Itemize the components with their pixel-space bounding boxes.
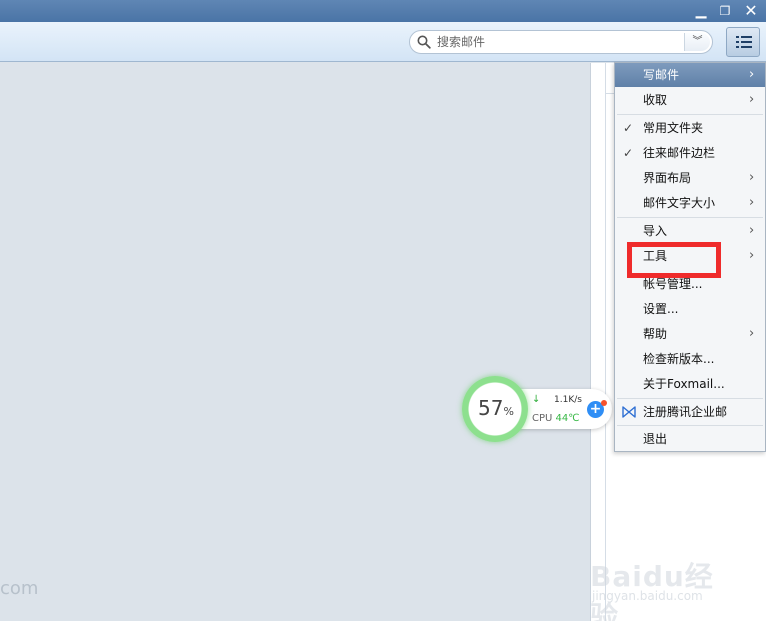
chevron-right-icon: ›	[749, 195, 755, 210]
search-icon	[417, 35, 431, 49]
search-input[interactable]	[437, 33, 677, 51]
menu-item-label: 退出	[643, 432, 668, 446]
minimize-icon[interactable]: ▁	[692, 2, 710, 20]
chevron-right-icon: ›	[749, 67, 755, 82]
menu-item-help[interactable]: 帮助 ›	[615, 322, 765, 346]
menu-item-layout[interactable]: 界面布局 ›	[615, 166, 765, 190]
check-icon: ✓	[623, 146, 634, 160]
sidebar-divider	[605, 63, 606, 621]
cpu-readout: CPU 44℃	[532, 413, 580, 424]
menu-item-label: 注册腾讯企业邮	[643, 405, 728, 419]
menu-item-label: 关于Foxmail...	[643, 377, 725, 391]
menu-item-label: 帮助	[643, 327, 668, 341]
menu-separator	[617, 398, 763, 399]
cpu-temperature: 44℃	[555, 413, 580, 424]
menu-item-settings[interactable]: 设置...	[615, 297, 765, 321]
menu-item-label: 收取	[643, 93, 668, 107]
search-box[interactable]: ︾	[409, 30, 713, 54]
restore-icon[interactable]: ❐	[716, 2, 734, 20]
memory-percent-unit: %	[503, 405, 514, 418]
mail-content-area	[0, 63, 590, 621]
menu-item-label: 导入	[643, 224, 668, 238]
title-bar: ▁ ❐ ✕	[0, 0, 766, 22]
chevron-right-icon: ›	[749, 326, 755, 341]
baidu-jingyan-watermark: Baidu经验 jingyan.baidu.com	[590, 545, 730, 621]
download-arrow-icon: ↓	[532, 394, 541, 405]
chevron-right-icon: ›	[749, 223, 755, 238]
menu-item-correspondence-sidebar[interactable]: ✓ 往来邮件边栏	[615, 141, 765, 165]
system-monitor-widget[interactable]: 57% ↓ 1.1K/s CPU 44℃ +	[462, 376, 614, 442]
watermark-brand: Baidu经验	[590, 560, 714, 621]
menu-item-check-updates[interactable]: 检查新版本...	[615, 347, 765, 371]
cpu-label: CPU	[532, 413, 553, 424]
main-menu-button[interactable]	[726, 27, 760, 57]
notification-dot	[601, 400, 607, 406]
toolbar: ︾	[0, 22, 766, 62]
list-menu-icon	[736, 36, 752, 48]
tencent-exmail-icon	[622, 406, 636, 418]
menu-item-label: 往来邮件边栏	[643, 146, 716, 160]
check-icon: ✓	[623, 121, 634, 135]
highlight-annotation	[627, 242, 721, 278]
menu-item-receive[interactable]: 收取 ›	[615, 88, 765, 112]
menu-item-common-folders[interactable]: ✓ 常用文件夹	[615, 116, 765, 140]
menu-item-exit[interactable]: 退出	[615, 427, 765, 451]
menu-separator	[617, 217, 763, 218]
menu-separator	[617, 114, 763, 115]
menu-item-label: 界面布局	[643, 171, 692, 185]
menu-item-compose[interactable]: 写邮件 ›	[615, 63, 765, 87]
menu-separator	[617, 425, 763, 426]
menu-item-font-size[interactable]: 邮件文字大小 ›	[615, 191, 765, 215]
menu-item-label: 常用文件夹	[643, 121, 704, 135]
network-speed: 1.1K/s	[554, 395, 582, 405]
menu-item-label: 写邮件	[643, 68, 680, 82]
chevron-right-icon: ›	[749, 92, 755, 107]
chevron-right-icon: ›	[749, 170, 755, 185]
double-chevron-down-icon[interactable]: ︾	[684, 33, 710, 51]
menu-item-about[interactable]: 关于Foxmail...	[615, 372, 765, 396]
memory-percent: 57%	[478, 396, 514, 420]
memory-percent-value: 57	[478, 396, 504, 420]
chevron-right-icon: ›	[749, 248, 755, 263]
menu-item-import[interactable]: 导入 ›	[615, 219, 765, 243]
menu-item-label: 设置...	[643, 302, 679, 316]
menu-item-label: 检查新版本...	[643, 352, 715, 366]
watermark-url: jingyan.baidu.com	[592, 589, 703, 603]
close-icon[interactable]: ✕	[742, 2, 760, 20]
watermark-text: com	[0, 578, 39, 599]
menu-item-label: 邮件文字大小	[643, 196, 716, 210]
menu-item-register-exmail[interactable]: 注册腾讯企业邮	[615, 400, 765, 424]
